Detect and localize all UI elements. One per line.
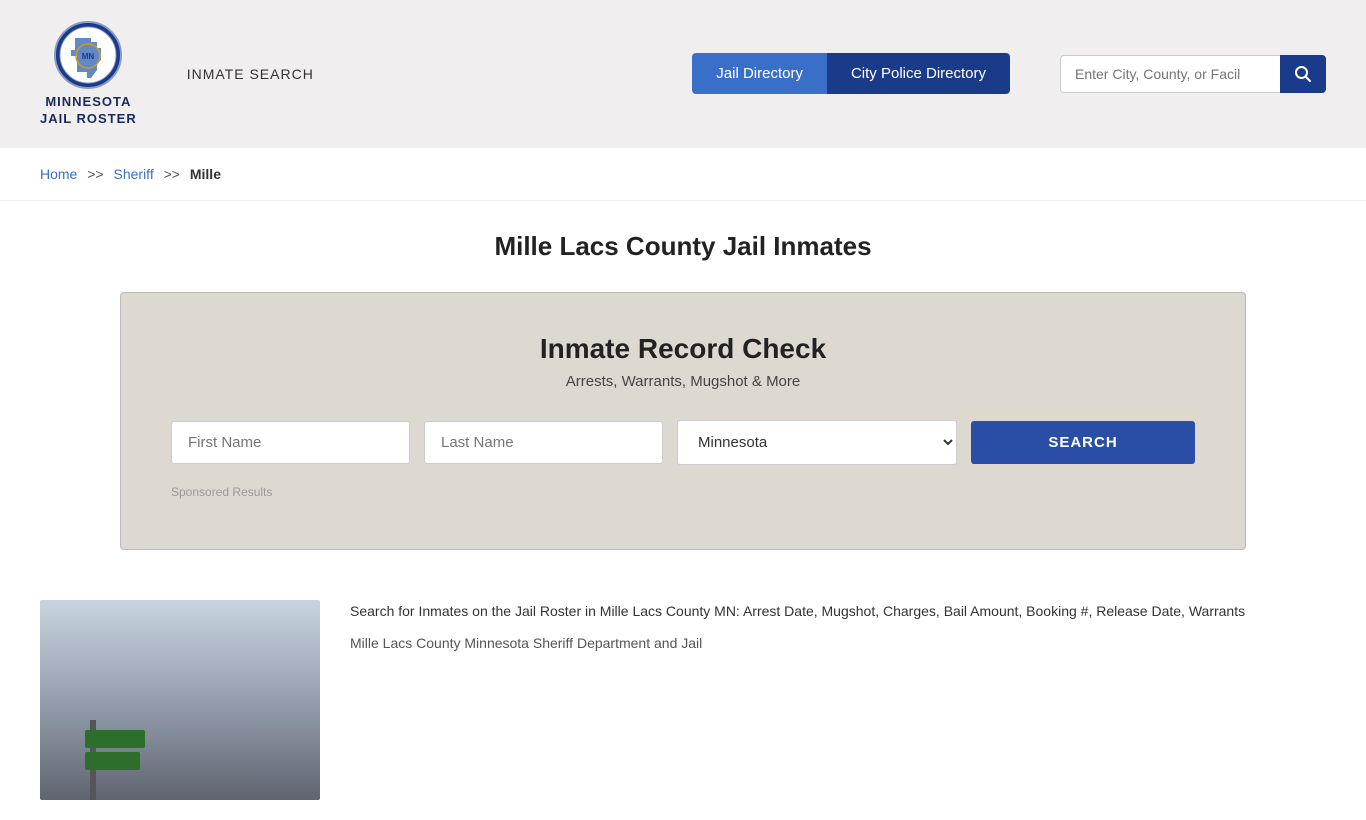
breadcrumb-sep-2: >>	[164, 166, 180, 182]
breadcrumb-sep-1: >>	[87, 166, 103, 182]
city-image-inner	[40, 600, 320, 800]
page-title: Mille Lacs County Jail Inmates	[20, 231, 1346, 262]
bottom-description: Search for Inmates on the Jail Roster in…	[350, 600, 1326, 622]
last-name-input[interactable]	[424, 421, 663, 464]
record-search-row: Minnesota SEARCH	[171, 420, 1195, 465]
city-image	[40, 600, 320, 800]
site-header: MN MINNESOTA JAIL ROSTER INMATE SEARCH J…	[0, 0, 1366, 148]
record-search-button[interactable]: SEARCH	[971, 421, 1195, 464]
record-check-subtitle: Arrests, Warrants, Mugshot & More	[171, 373, 1195, 390]
header-search-area	[1060, 55, 1326, 93]
breadcrumb-sheriff[interactable]: Sheriff	[114, 166, 154, 182]
record-check-title: Inmate Record Check	[171, 333, 1195, 365]
inmate-search-link[interactable]: INMATE SEARCH	[187, 66, 314, 82]
breadcrumb-home[interactable]: Home	[40, 166, 77, 182]
bottom-content: Search for Inmates on the Jail Roster in…	[0, 580, 1366, 820]
breadcrumb-current: Mille	[190, 166, 221, 182]
header-search-input[interactable]	[1060, 55, 1280, 93]
site-logo[interactable]: MN MINNESOTA JAIL ROSTER	[40, 20, 137, 128]
header-search-button[interactable]	[1280, 55, 1326, 93]
sponsored-results-label: Sponsored Results	[171, 485, 1195, 499]
state-select[interactable]: Minnesota	[677, 420, 957, 465]
city-police-directory-button[interactable]: City Police Directory	[827, 53, 1010, 94]
nav-buttons: Jail Directory City Police Directory	[692, 53, 1010, 94]
first-name-input[interactable]	[171, 421, 410, 464]
bottom-text: Search for Inmates on the Jail Roster in…	[350, 600, 1326, 655]
breadcrumb: Home >> Sheriff >> Mille	[0, 148, 1366, 201]
logo-text: MINNESOTA JAIL ROSTER	[40, 94, 137, 128]
record-check-box: Inmate Record Check Arrests, Warrants, M…	[120, 292, 1246, 550]
jail-directory-button[interactable]: Jail Directory	[692, 53, 827, 94]
bottom-description-2: Mille Lacs County Minnesota Sheriff Depa…	[350, 632, 1326, 654]
mn-logo-icon: MN	[53, 20, 123, 90]
street-sign-decoration	[90, 720, 96, 800]
search-icon	[1294, 65, 1312, 83]
page-title-section: Mille Lacs County Jail Inmates	[0, 201, 1366, 282]
svg-text:MN: MN	[82, 52, 95, 61]
